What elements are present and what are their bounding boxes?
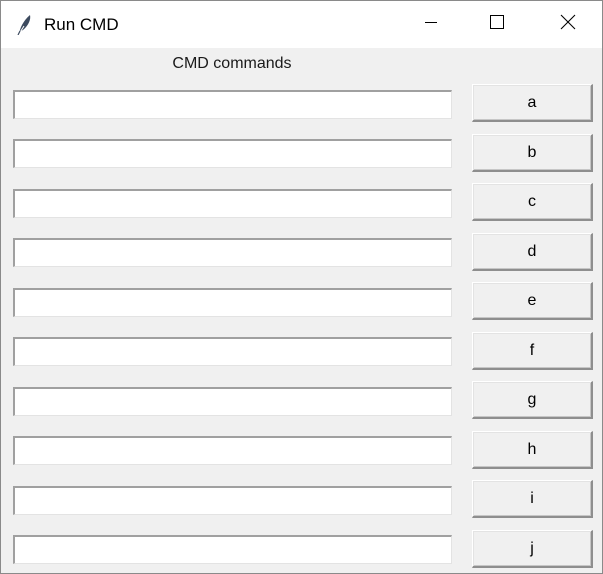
minimize-icon [424,15,438,34]
command-entry-4[interactable] [13,238,452,267]
run-button-f[interactable]: f [472,332,593,370]
command-entry-5[interactable] [13,288,452,317]
close-button[interactable] [532,1,603,48]
run-button-i[interactable]: i [472,480,593,518]
maximize-button[interactable] [461,1,533,48]
maximize-icon [489,14,505,35]
minimize-button[interactable] [395,1,467,48]
feather-icon [15,13,35,36]
cmd-commands-label: CMD commands [172,55,292,72]
run-button-c[interactable]: c [472,183,593,221]
command-entry-9[interactable] [13,486,452,515]
run-button-a[interactable]: a [472,84,593,122]
run-button-h[interactable]: h [472,431,593,469]
run-button-b[interactable]: b [472,134,593,172]
run-button-j[interactable]: j [472,530,593,568]
command-entry-3[interactable] [13,189,452,218]
command-entry-1[interactable] [13,90,452,119]
command-entry-10[interactable] [13,535,452,564]
command-entry-8[interactable] [13,436,452,465]
command-entry-6[interactable] [13,337,452,366]
command-entry-2[interactable] [13,139,452,168]
run-button-e[interactable]: e [472,282,593,320]
run-button-d[interactable]: d [472,233,593,271]
window-title: Run CMD [44,15,119,34]
command-entry-7[interactable] [13,387,452,416]
title-bar[interactable]: Run CMD [1,1,602,48]
app-window: Run CMD CMD commands a b c d e f g h i j [0,0,603,574]
close-icon [560,14,576,35]
run-button-g[interactable]: g [472,381,593,419]
